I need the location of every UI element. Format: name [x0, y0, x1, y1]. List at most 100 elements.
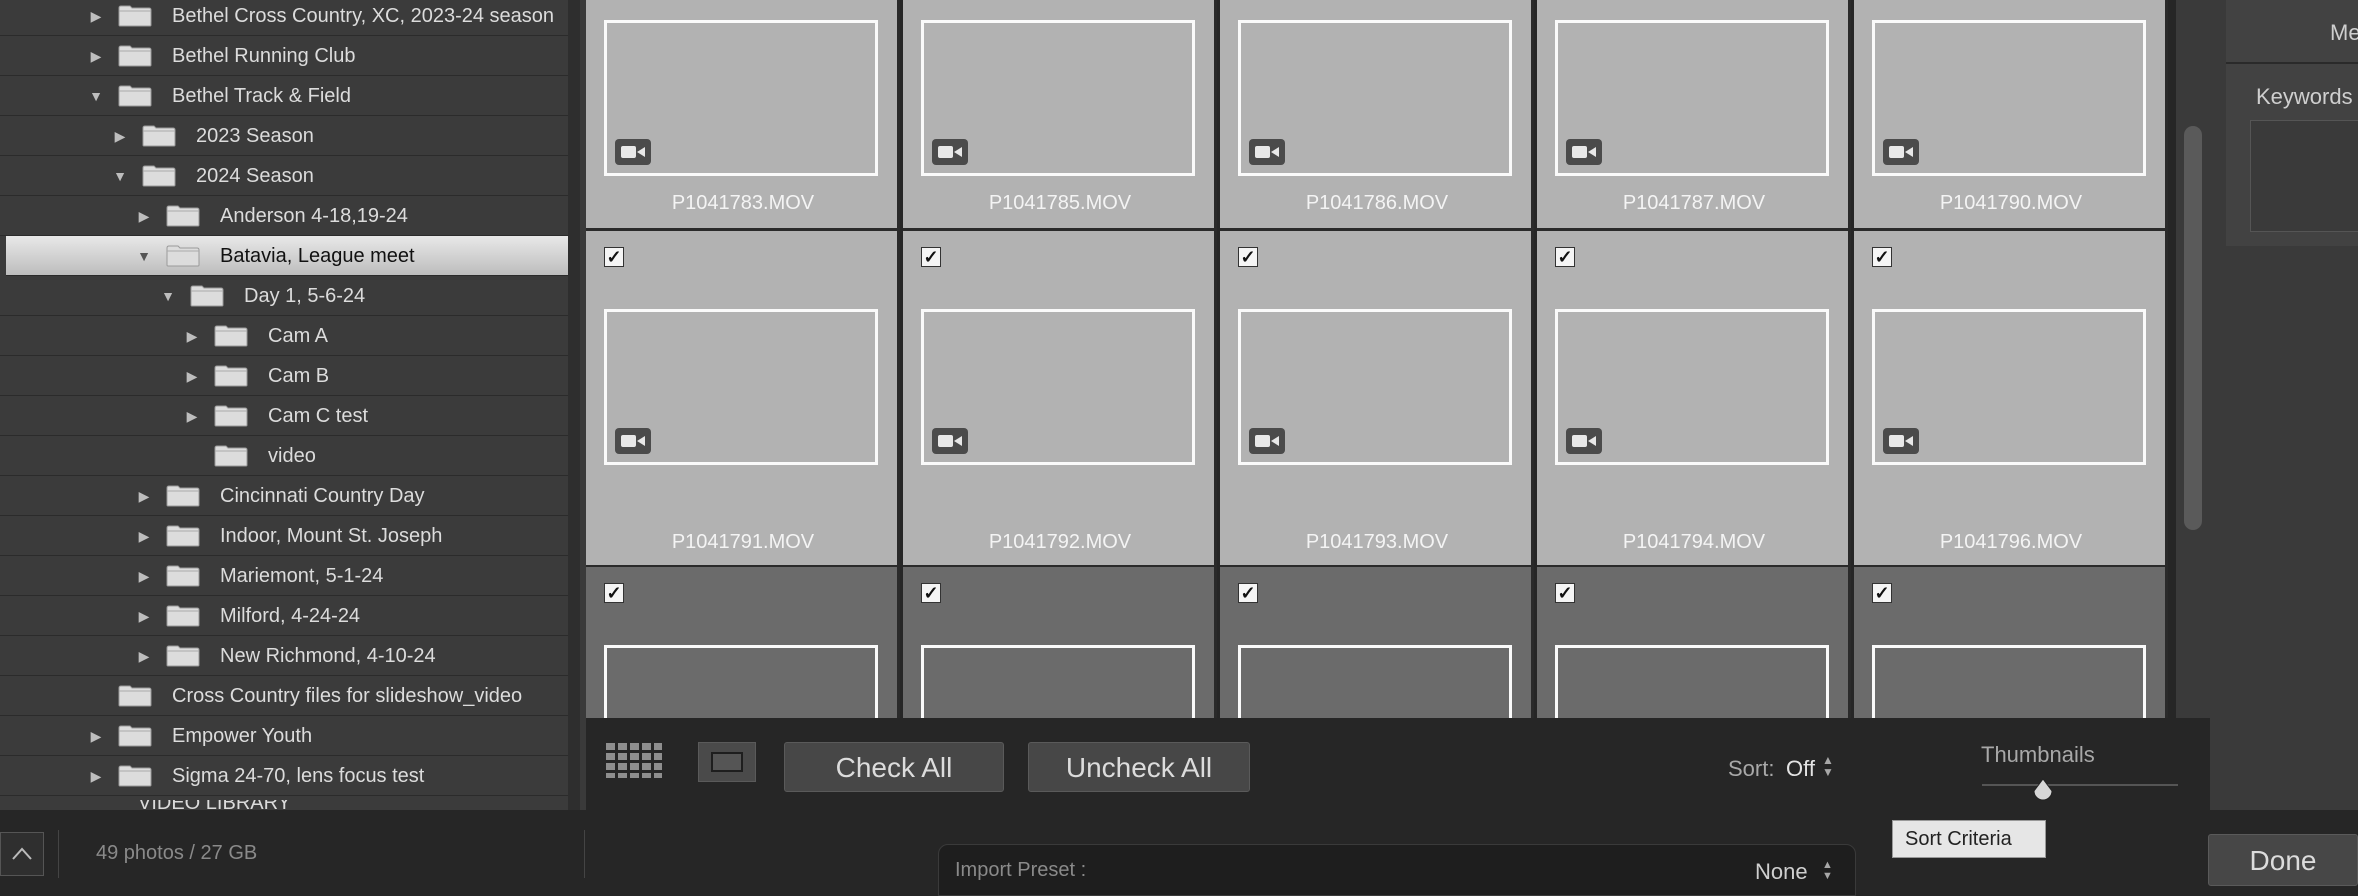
- include-checkbox[interactable]: ✓: [921, 247, 941, 267]
- thumbnail-image[interactable]: [1872, 20, 2146, 176]
- collapse-panel-button[interactable]: [0, 832, 44, 876]
- folder-row[interactable]: ▼ Day 1, 5-6-24: [0, 276, 578, 316]
- grid-scrollbar-thumb[interactable]: [2184, 126, 2202, 530]
- folder-row[interactable]: ▶ Indoor, Mount St. Joseph: [0, 516, 578, 556]
- grid-cell[interactable]: ✓ P1041794.MOV: [1537, 231, 1851, 568]
- thumbnail-image[interactable]: [604, 309, 878, 465]
- thumbnail-image[interactable]: [1555, 309, 1829, 465]
- slider-handle[interactable]: [2032, 778, 2054, 804]
- bottom-bar: VIDEO LIBRARY 49 photos / 27 GB Import P…: [0, 800, 2358, 896]
- folder-row[interactable]: ▶ Mariemont, 5-1-24: [0, 556, 578, 596]
- include-checkbox[interactable]: ✓: [1238, 583, 1258, 603]
- folder-row[interactable]: ▶ Cam B: [0, 356, 578, 396]
- include-checkbox[interactable]: ✓: [1238, 247, 1258, 267]
- done-button[interactable]: Done: [2208, 834, 2358, 886]
- disclosure-closed-icon[interactable]: ▶: [86, 36, 106, 76]
- include-checkbox[interactable]: ✓: [1555, 583, 1575, 603]
- disclosure-closed-icon[interactable]: ▶: [182, 356, 202, 396]
- grid-cell[interactable]: ✓ P1041796.MOV: [1854, 231, 2168, 568]
- thumbnail-image[interactable]: [1872, 309, 2146, 465]
- disclosure-open-icon[interactable]: ▼: [134, 236, 154, 276]
- thumbnail-image[interactable]: [1238, 20, 1512, 176]
- file-name: P1041783.MOV: [671, 192, 815, 214]
- folder-row[interactable]: ▶ Cincinnati Country Day: [0, 476, 578, 516]
- grid-cell[interactable]: ✓: [903, 567, 1217, 718]
- grid-cell[interactable]: ✓ P1041791.MOV: [586, 231, 900, 568]
- thumbnail-image[interactable]: [1555, 20, 1829, 176]
- folder-row[interactable]: ▶ Cam A: [0, 316, 578, 356]
- folder-row[interactable]: ▶ Bethel Cross Country, XC, 2023-24 seaso…: [0, 0, 578, 36]
- folder-icon: [214, 365, 248, 387]
- include-checkbox[interactable]: ✓: [1872, 583, 1892, 603]
- thumbnail-image[interactable]: [921, 645, 1195, 718]
- disclosure-closed-icon[interactable]: ▶: [134, 596, 154, 636]
- folder-row[interactable]: ▶ Anderson 4-18,19-24: [0, 196, 578, 236]
- include-checkbox[interactable]: ✓: [604, 583, 624, 603]
- grid-view-button[interactable]: [604, 740, 664, 780]
- grid-cell[interactable]: P1041787.MOV: [1537, 0, 1851, 231]
- disclosure-closed-icon[interactable]: ▶: [86, 756, 106, 796]
- import-preset-bar[interactable]: Import Preset : None ▲ ▼: [938, 844, 1856, 896]
- disclosure-closed-icon[interactable]: ▶: [86, 0, 106, 36]
- video-camera-icon: [1249, 139, 1285, 165]
- metadata-header[interactable]: Metł: [2226, 0, 2358, 64]
- grid-cell[interactable]: ✓: [1537, 567, 1851, 718]
- disclosure-closed-icon[interactable]: ▶: [134, 556, 154, 596]
- include-checkbox[interactable]: ✓: [1555, 247, 1575, 267]
- folder-row[interactable]: ▶ Empower Youth: [0, 716, 578, 756]
- folder-row[interactable]: ▶ 2023 Season: [0, 116, 578, 156]
- grid-cell[interactable]: P1041786.MOV: [1220, 0, 1534, 231]
- thumbnail-image[interactable]: [921, 309, 1195, 465]
- folder-row[interactable]: ▶ Bethel Running Club: [0, 36, 578, 76]
- grid-cell[interactable]: ✓ P1041792.MOV: [903, 231, 1217, 568]
- include-checkbox[interactable]: ✓: [1872, 247, 1892, 267]
- folder-row[interactable]: ▶ Milford, 4-24-24: [0, 596, 578, 636]
- grid-cell[interactable]: ✓: [1220, 567, 1534, 718]
- grid-cell[interactable]: P1041785.MOV: [903, 0, 1217, 231]
- disclosure-closed-icon[interactable]: ▶: [182, 316, 202, 356]
- folder-row[interactable]: ▶ Sigma 24-70, lens focus test: [0, 756, 578, 796]
- disclosure-closed-icon[interactable]: ▶: [110, 116, 130, 156]
- grid-toolbar: Check All Uncheck All Sort: Off ▲ ▼ Thumb…: [586, 718, 2210, 810]
- loupe-view-button[interactable]: [698, 742, 756, 782]
- include-checkbox[interactable]: ✓: [604, 247, 624, 267]
- thumbnail-image[interactable]: [1555, 645, 1829, 718]
- grid-cell[interactable]: ✓: [1854, 567, 2168, 718]
- folder-row[interactable]: ▶ New Richmond, 4-10-24: [0, 636, 578, 676]
- disclosure-closed-icon[interactable]: ▶: [86, 716, 106, 756]
- thumbnail-image[interactable]: [1872, 645, 2146, 718]
- disclosure-closed-icon[interactable]: ▶: [134, 476, 154, 516]
- disclosure-open-icon[interactable]: ▼: [86, 76, 106, 116]
- thumbnail-image[interactable]: [1238, 645, 1512, 718]
- keywords-section: Keywords: [2226, 64, 2358, 246]
- thumbnail-image[interactable]: [604, 645, 878, 718]
- video-camera-icon: [1883, 428, 1919, 454]
- keywords-field[interactable]: [2250, 120, 2358, 232]
- disclosure-closed-icon[interactable]: ▶: [134, 636, 154, 676]
- grid-cell[interactable]: ✓: [586, 567, 900, 718]
- disclosure-open-icon[interactable]: ▼: [110, 156, 130, 196]
- grid-cell[interactable]: P1041783.MOV: [586, 0, 900, 231]
- folder-row[interactable]: ▼ Bethel Track & Field: [0, 76, 578, 116]
- include-checkbox[interactable]: ✓: [921, 583, 941, 603]
- folder-tree-scrollbar[interactable]: [568, 0, 580, 810]
- grid-cell[interactable]: ✓ P1041793.MOV: [1220, 231, 1534, 568]
- check-all-button[interactable]: Check All: [784, 742, 1004, 792]
- thumbnail-size-slider[interactable]: [1982, 778, 2178, 808]
- folder-row[interactable]: ▼ 2024 Season: [0, 156, 578, 196]
- grid-scrollbar[interactable]: [2176, 0, 2210, 718]
- sort-select[interactable]: Off ▲ ▼: [1786, 750, 1846, 784]
- grid-cell[interactable]: P1041790.MOV: [1854, 0, 2168, 231]
- disclosure-closed-icon[interactable]: ▶: [134, 516, 154, 556]
- thumbnail-image[interactable]: [1238, 309, 1512, 465]
- folder-row[interactable]: Cross Country files for slideshow_video: [0, 676, 578, 716]
- folder-row[interactable]: video: [0, 436, 578, 476]
- thumbnail-image[interactable]: [604, 20, 878, 176]
- disclosure-open-icon[interactable]: ▼: [158, 276, 178, 316]
- disclosure-closed-icon[interactable]: ▶: [182, 396, 202, 436]
- folder-row[interactable]: ▼ Batavia, League meet: [6, 236, 572, 276]
- uncheck-all-button[interactable]: Uncheck All: [1028, 742, 1250, 792]
- disclosure-closed-icon[interactable]: ▶: [134, 196, 154, 236]
- thumbnail-image[interactable]: [921, 20, 1195, 176]
- folder-row[interactable]: ▶ Cam C test: [0, 396, 578, 436]
